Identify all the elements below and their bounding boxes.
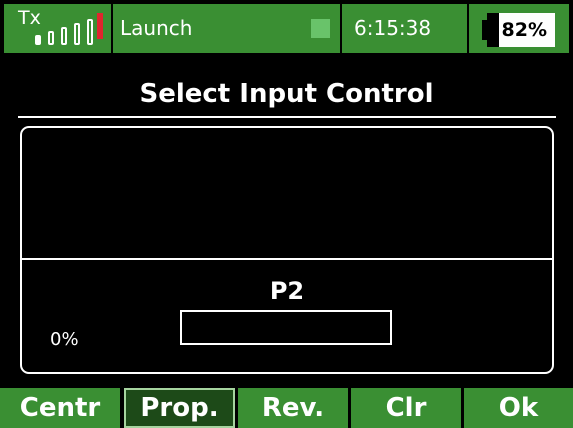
- battery-cell: 82%: [469, 4, 569, 53]
- control-name: P2: [269, 277, 305, 305]
- status-bar: Tx Launch 6:15:38 82%: [0, 0, 573, 57]
- prop-button[interactable]: Prop.: [124, 388, 235, 428]
- timer-cell[interactable]: 6:15:38: [342, 4, 467, 53]
- centr-button[interactable]: Centr: [0, 388, 120, 428]
- battery-icon: 82%: [487, 13, 555, 47]
- control-percent: 0%: [50, 329, 79, 350]
- title-divider: [18, 116, 556, 118]
- model-name: Launch: [120, 16, 193, 40]
- model-cell[interactable]: Launch: [113, 4, 340, 53]
- signal-bar-4: [74, 23, 80, 45]
- ok-button[interactable]: Ok: [464, 388, 573, 428]
- control-level-meter: [180, 310, 392, 345]
- tx-signal-cell: Tx: [4, 4, 111, 53]
- clr-button[interactable]: Clr: [351, 388, 461, 428]
- signal-bar-2: [48, 31, 54, 45]
- tx-label: Tx: [18, 7, 41, 29]
- battery-percent: 82%: [501, 19, 547, 41]
- timer-value: 6:15:38: [354, 16, 432, 40]
- rev-button[interactable]: Rev.: [238, 388, 348, 428]
- softkey-bar: Centr Prop. Rev. Clr Ok: [0, 388, 573, 428]
- signal-alert-icon: [97, 13, 103, 39]
- signal-bar-5: [87, 19, 93, 45]
- model-status-indicator-icon: [311, 19, 330, 38]
- signal-bar-3: [61, 27, 67, 45]
- page-title: Select Input Control: [139, 79, 434, 109]
- panel-divider: [22, 258, 552, 260]
- transmitter-screen: Tx Launch 6:15:38 82% Select Input Contr…: [0, 0, 573, 428]
- input-control-panel: P2 0%: [20, 126, 554, 374]
- signal-bar-1: [35, 35, 41, 45]
